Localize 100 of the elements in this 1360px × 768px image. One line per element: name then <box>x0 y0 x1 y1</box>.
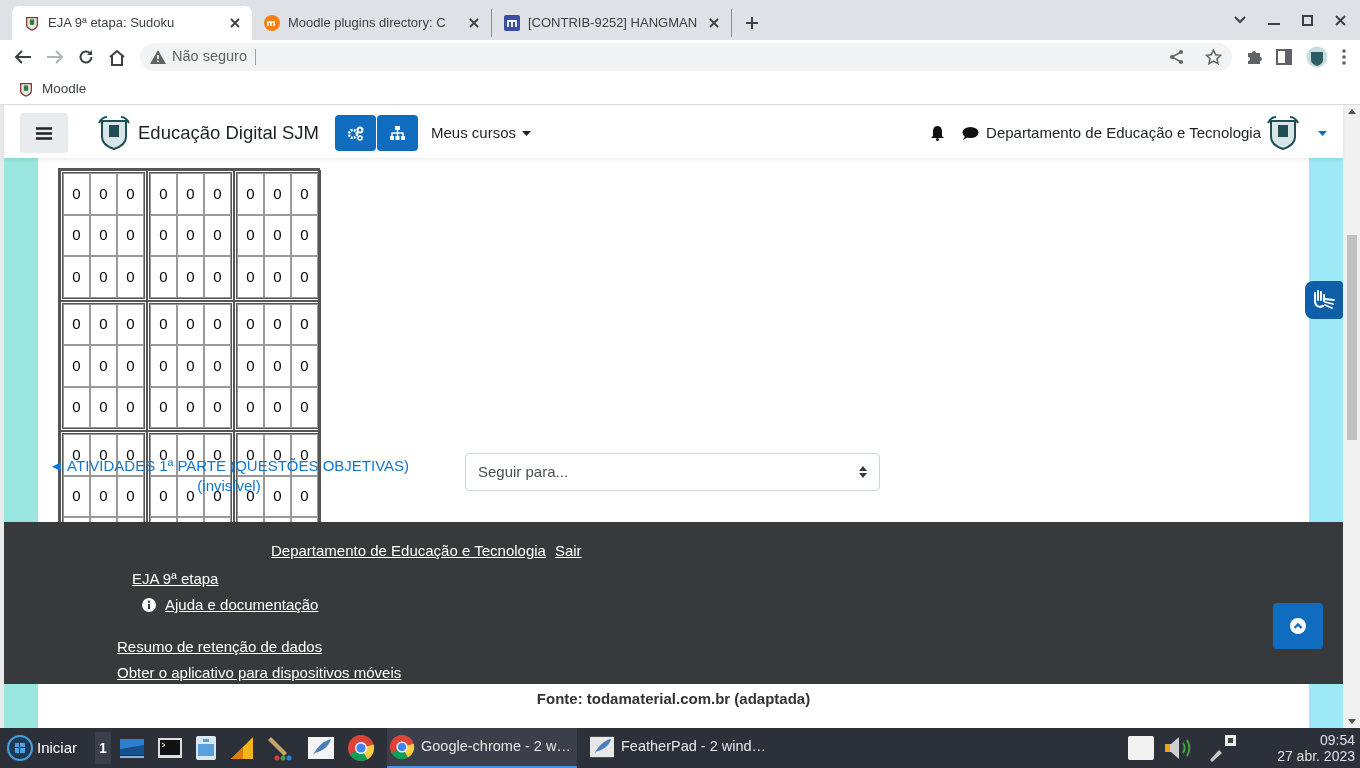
sudoku-cell: 0 <box>264 214 291 256</box>
workspace-button[interactable]: 1 <box>95 732 111 764</box>
sudoku-cell: 0 <box>117 214 144 256</box>
browser-tab[interactable]: Moodle plugins directory: C <box>252 9 492 37</box>
sudoku-cell: 0 <box>90 256 117 298</box>
logout-link[interactable]: Sair <box>554 540 582 563</box>
sudoku-cell: 0 <box>264 173 291 215</box>
sudoku-cell: 0 <box>63 214 90 256</box>
close-icon[interactable] <box>1335 14 1346 26</box>
sudoku-cell: 0 <box>63 386 90 428</box>
sudoku-cell: 0 <box>204 386 231 428</box>
tab-list-icon[interactable] <box>1234 16 1246 24</box>
sitemap-icon <box>390 126 405 140</box>
sudoku-cell: 0 <box>204 256 231 298</box>
browser-tab[interactable]: EJA 9ª etapa: Sudoku <box>12 6 252 40</box>
sudoku-cell: 0 <box>237 345 264 387</box>
sudoku-cell: 0 <box>117 386 144 428</box>
bookmark[interactable]: Moodle <box>18 78 87 100</box>
sudoku-cell: 0 <box>150 303 177 345</box>
help-link[interactable]: Ajuda e documentação <box>165 594 319 617</box>
close-icon[interactable] <box>709 18 719 28</box>
address-bar[interactable]: Não seguro <box>140 43 1232 71</box>
sudoku-cell: 0 <box>264 475 291 517</box>
sudoku-cell: 0 <box>90 386 117 428</box>
share-icon[interactable] <box>1169 49 1185 65</box>
profile-avatar-icon[interactable] <box>1306 46 1328 68</box>
sudoku-cell: 0 <box>117 345 144 387</box>
drive-icon[interactable] <box>1127 735 1156 761</box>
sudoku-cell: 0 <box>177 303 204 345</box>
bell-icon[interactable] <box>930 125 946 141</box>
star-icon[interactable] <box>1205 49 1222 65</box>
reload-icon[interactable] <box>78 49 94 65</box>
back-icon[interactable] <box>14 49 32 65</box>
desktop-icon[interactable] <box>119 737 145 759</box>
page-margin <box>1309 684 1343 728</box>
chat-icon[interactable] <box>962 125 980 141</box>
scroll-down-icon[interactable] <box>1347 719 1356 724</box>
sudoku-cell: 0 <box>291 386 318 428</box>
sudoku-cell: 0 <box>237 303 264 345</box>
sudoku-cell: 0 <box>237 173 264 215</box>
scrollbar[interactable] <box>1343 105 1360 728</box>
footer-link[interactable]: Obter o aplicativo para dispositivos móveis <box>117 662 402 685</box>
home-icon[interactable] <box>108 48 126 66</box>
sudoku-cell: 0 <box>63 256 90 298</box>
maximize-icon[interactable] <box>1302 14 1313 26</box>
info-icon <box>142 598 156 613</box>
clock-date[interactable]: 27 abr. 2023 <box>1277 748 1355 764</box>
moodle-icon <box>504 15 520 31</box>
jump-to-select[interactable]: Seguir para... <box>465 453 880 491</box>
caret-icon <box>522 130 531 136</box>
chrome-icon <box>389 734 415 760</box>
chevron-up-icon <box>1290 618 1306 634</box>
hands-icon <box>1312 289 1336 311</box>
sign-language-button[interactable] <box>1305 281 1343 319</box>
featherpad-icon[interactable] <box>307 735 335 761</box>
source-caption: Fonte: todamaterial.com.br (adaptada) <box>536 689 811 709</box>
menu-button[interactable] <box>20 113 68 153</box>
terminal-icon[interactable] <box>157 737 183 759</box>
puzzle-icon[interactable] <box>1246 49 1262 65</box>
footer-link[interactable]: Resumo de retenção de dados <box>117 635 323 658</box>
taskbar-window-button[interactable]: Google-chrome - 2 w… <box>387 728 577 768</box>
clock-time[interactable]: 09:54 <box>1319 732 1355 748</box>
browser-tab[interactable]: [CONTRIB-9252] HANGMAN <box>492 9 732 37</box>
site-name[interactable]: Educação Digital SJM <box>138 119 319 147</box>
sudoku-cell: 0 <box>63 303 90 345</box>
sudoku-cell: 0 <box>237 386 264 428</box>
close-icon[interactable] <box>230 18 240 28</box>
side-panel-icon[interactable] <box>1276 49 1292 65</box>
sudoku-cell: 0 <box>63 475 90 517</box>
file-manager-icon[interactable] <box>195 735 217 761</box>
sudoku-cell: 0 <box>204 173 231 215</box>
sudoku-cell: 0 <box>177 256 204 298</box>
back-to-top-button[interactable] <box>1273 603 1323 649</box>
chrome-icon[interactable] <box>347 734 375 762</box>
sudoku-cell: 0 <box>291 303 318 345</box>
sudoku-cell: 0 <box>237 256 264 298</box>
sudoku-cell: 0 <box>204 303 231 345</box>
sudoku-cell: 0 <box>264 386 291 428</box>
sudoku-cell: 0 <box>237 214 264 256</box>
crest-icon[interactable] <box>1265 115 1301 151</box>
caret-icon[interactable] <box>1318 130 1327 136</box>
geometry-icon[interactable] <box>229 735 255 761</box>
scroll-up-icon[interactable] <box>1347 109 1356 114</box>
gears-icon <box>347 125 364 141</box>
sudoku-cell: 0 <box>291 256 318 298</box>
profile-link[interactable]: Departamento de Educação e Tecnologia <box>271 540 546 563</box>
user-name[interactable]: Departamento de Educação e Tecnologia <box>986 121 1261 145</box>
taskbar-window-button[interactable]: FeatherPad - 2 wind… <box>587 728 777 768</box>
menu-icon[interactable] <box>1342 49 1346 65</box>
sudoku-cell: 0 <box>264 256 291 298</box>
start-button[interactable]: Iniciar <box>7 735 77 761</box>
crest-icon <box>96 115 132 151</box>
courses-menu[interactable]: Meus cursos <box>431 121 531 145</box>
settings-button[interactable] <box>335 115 376 151</box>
network-icon[interactable] <box>1207 734 1238 762</box>
course-link[interactable]: EJA 9ª etapa <box>132 567 219 590</box>
scrollbar-thumb[interactable] <box>1346 235 1357 440</box>
sudoku-cell: 0 <box>90 303 117 345</box>
sitemap-button[interactable] <box>377 115 418 151</box>
close-icon[interactable] <box>469 18 479 28</box>
